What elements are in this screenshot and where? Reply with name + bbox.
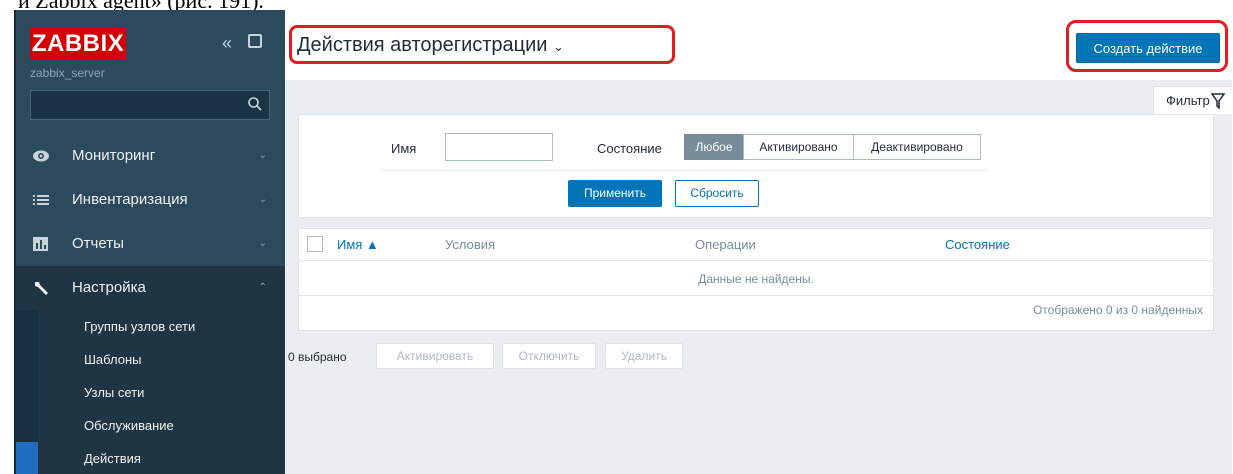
reset-filter-button[interactable]: Сбросить bbox=[675, 180, 759, 207]
filter-tab-label: Фильтр bbox=[1166, 93, 1210, 108]
sidebar: ZABBIX « zabbix_server Мониторинг ⌄ Инве… bbox=[16, 10, 285, 474]
document-text: и Zabbix agent» (рис. 191). bbox=[0, 0, 1233, 10]
state-option-enabled[interactable]: Активировано bbox=[743, 134, 854, 160]
menu-item-label: Отчеты bbox=[72, 235, 124, 252]
bar-chart-icon bbox=[33, 237, 48, 251]
menu-item-label: Мониторинг bbox=[72, 147, 156, 164]
no-data-row: Данные не найдены. bbox=[299, 262, 1213, 296]
column-header-conditions: Условия bbox=[445, 237, 496, 252]
list-icon bbox=[33, 195, 49, 205]
table-header-row: Имя ▲ Условия Операции Состояние bbox=[299, 229, 1213, 261]
wrench-icon bbox=[35, 282, 48, 295]
menu-item-inventory[interactable]: Инвентаризация ⌄ bbox=[16, 178, 285, 222]
submenu-item-maintenance[interactable]: Обслуживание bbox=[16, 409, 285, 442]
filter-name-input[interactable] bbox=[445, 133, 553, 161]
apply-filter-button[interactable]: Применить bbox=[568, 180, 662, 207]
eye-icon bbox=[33, 150, 49, 162]
selected-count: 0 выбрано bbox=[288, 350, 347, 364]
kiosk-mode-icon[interactable] bbox=[248, 34, 262, 48]
menu-item-label: Инвентаризация bbox=[72, 191, 188, 208]
server-name: zabbix_server bbox=[30, 66, 105, 80]
funnel-icon bbox=[1211, 93, 1225, 109]
menu-item-configuration[interactable]: Настройка ⌃ bbox=[16, 266, 285, 310]
main-menu: Мониторинг ⌄ Инвентаризация ⌄ Отчеты ⌄ Н… bbox=[16, 134, 285, 310]
chevron-down-icon: ⌄ bbox=[258, 194, 267, 205]
column-header-status[interactable]: Состояние bbox=[945, 237, 1010, 252]
sidebar-search-input[interactable] bbox=[30, 90, 270, 120]
menu-item-reports[interactable]: Отчеты ⌄ bbox=[16, 222, 285, 266]
mass-disable-button[interactable]: Отключить bbox=[502, 343, 596, 369]
filter-name-label: Имя bbox=[391, 141, 417, 156]
menu-item-label: Настройка bbox=[72, 279, 146, 296]
zabbix-window: ZABBIX « zabbix_server Мониторинг ⌄ Инве… bbox=[14, 10, 1232, 474]
main-content: Действия авторегистрации ⌄ Создать дейст… bbox=[285, 10, 1232, 474]
filter-state-label: Состояние bbox=[597, 141, 662, 156]
submenu-item-actions[interactable]: Действия bbox=[16, 442, 285, 474]
page-title: Действия авторегистрации bbox=[297, 34, 548, 56]
filter-divider bbox=[381, 170, 989, 171]
state-option-disabled[interactable]: Деактивировано bbox=[853, 134, 981, 160]
column-header-name[interactable]: Имя ▲ bbox=[337, 237, 379, 252]
chevron-down-icon: ⌄ bbox=[553, 39, 564, 54]
menu-item-monitoring[interactable]: Мониторинг ⌄ bbox=[16, 134, 285, 178]
filter-panel: Имя Состояние Любое Активировано Деактив… bbox=[298, 114, 1214, 218]
sidebar-header: ZABBIX « bbox=[16, 10, 285, 62]
search-icon[interactable] bbox=[247, 96, 263, 112]
chevron-up-icon: ⌃ bbox=[258, 282, 267, 293]
chevron-down-icon: ⌄ bbox=[258, 150, 267, 161]
chevron-down-icon: ⌄ bbox=[258, 238, 267, 249]
mass-delete-button[interactable]: Удалить bbox=[605, 343, 683, 369]
page-header: Действия авторегистрации ⌄ Создать дейст… bbox=[285, 10, 1232, 80]
mass-enable-button[interactable]: Активировать bbox=[376, 343, 494, 369]
submenu-item-hosts[interactable]: Узлы сети bbox=[16, 376, 285, 409]
column-header-operations: Операции bbox=[695, 237, 756, 252]
submenu-item-templates[interactable]: Шаблоны bbox=[16, 343, 285, 376]
state-option-any[interactable]: Любое bbox=[684, 134, 744, 160]
actions-table: Имя ▲ Условия Операции Состояние Данные … bbox=[298, 228, 1214, 331]
tab-filter[interactable]: Фильтр bbox=[1153, 86, 1232, 114]
table-stats: Отображено 0 из 0 найденных bbox=[1032, 303, 1203, 317]
submenu-item-host-groups[interactable]: Группы узлов сети bbox=[16, 310, 285, 343]
collapse-sidebar-icon[interactable]: « bbox=[222, 34, 232, 52]
page-title-dropdown[interactable]: Действия авторегистрации ⌄ bbox=[297, 34, 564, 57]
zabbix-logo[interactable]: ZABBIX bbox=[30, 28, 126, 59]
configuration-submenu: Группы узлов сети Шаблоны Узлы сети Обсл… bbox=[16, 310, 285, 474]
select-all-checkbox[interactable] bbox=[307, 236, 323, 252]
create-action-button[interactable]: Создать действие bbox=[1076, 33, 1220, 63]
